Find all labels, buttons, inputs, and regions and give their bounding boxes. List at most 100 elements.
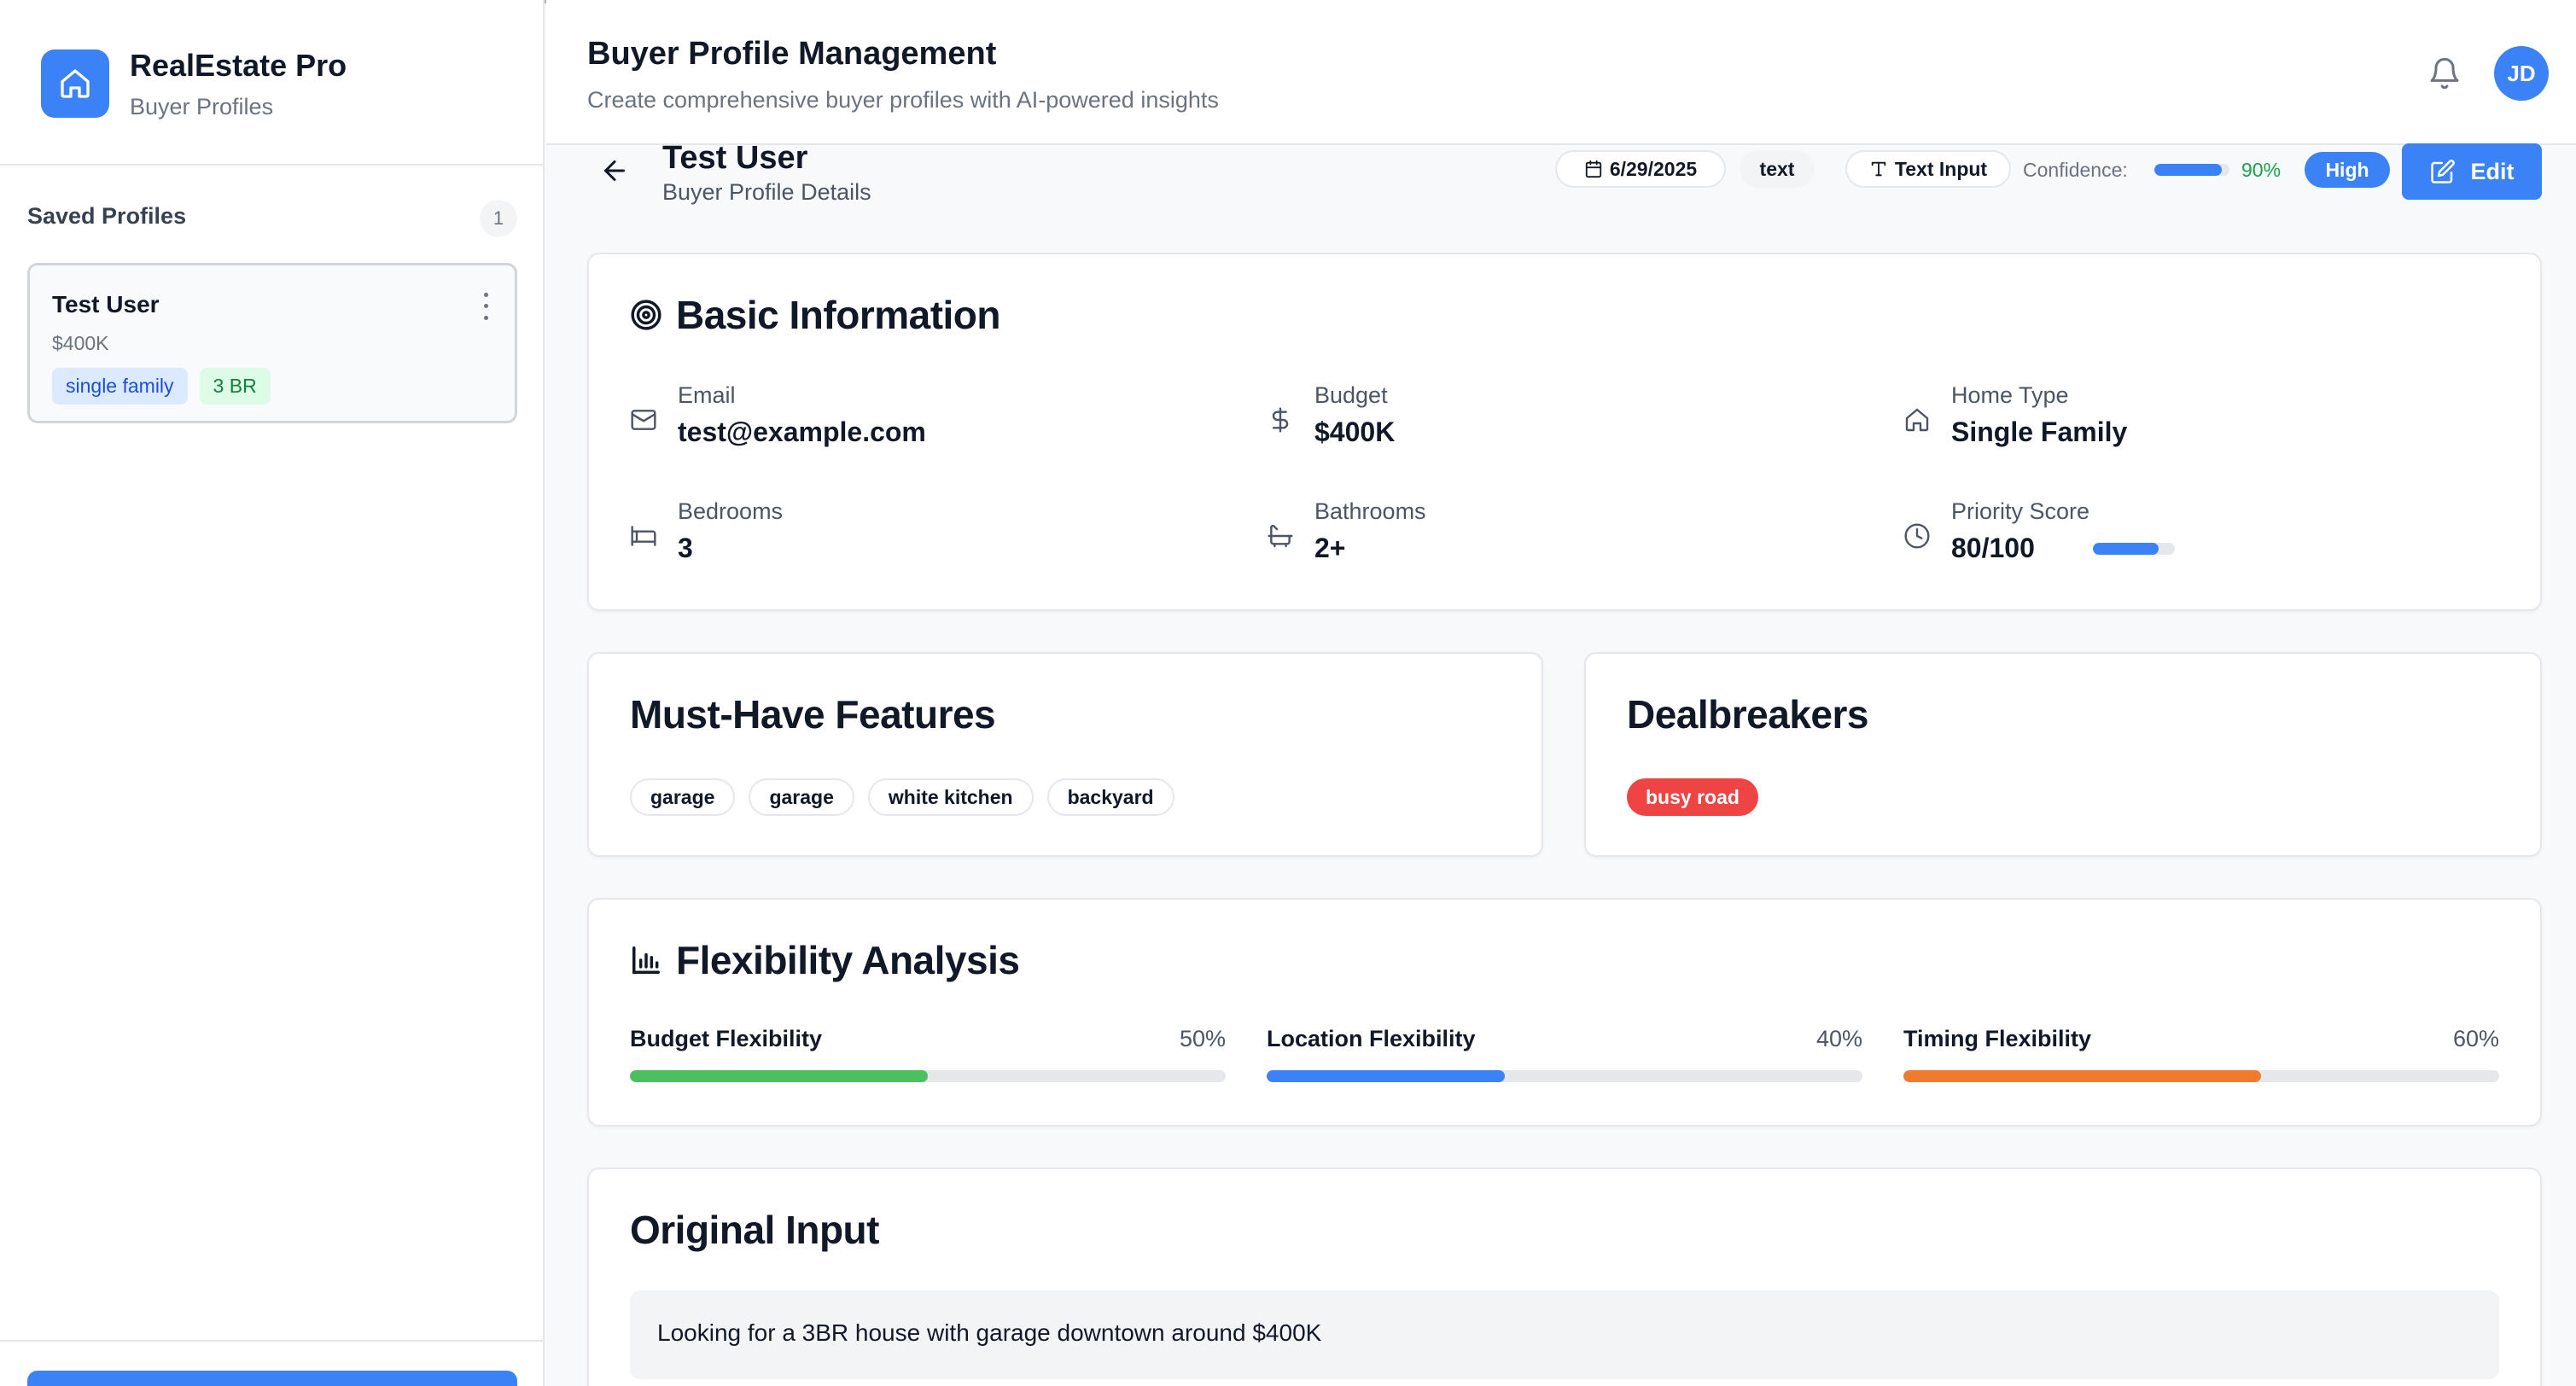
priority-score-bar — [2093, 543, 2175, 555]
location-flexibility-label: Location Flexibility — [1267, 1026, 1476, 1051]
location-flexibility-bar — [1267, 1070, 1862, 1082]
budget-value: $400K — [1314, 416, 1396, 447]
more-options-icon[interactable] — [477, 289, 494, 323]
bar-chart-icon — [632, 946, 660, 974]
priority-score-label: Priority Score — [1951, 498, 2090, 524]
email-label: Email — [678, 382, 736, 408]
budget-flexibility-percent: 50% — [1179, 1026, 1226, 1051]
budget-flexibility-bar-fill — [630, 1070, 928, 1082]
bedrooms-label: Bedrooms — [678, 498, 784, 524]
profile-name: Test User — [662, 140, 808, 176]
feature-pill: garage — [749, 778, 854, 816]
flexibility-analysis-title: Flexibility Analysis — [676, 938, 1020, 982]
confidence-percent: 90% — [2241, 159, 2282, 181]
bedrooms-field: Bedrooms 3 — [630, 498, 1159, 567]
page-title: Buyer Profile Management — [587, 36, 997, 72]
profile-card-budget: $400K — [52, 332, 109, 354]
original-input-box: Looking for a 3BR house with garage down… — [630, 1290, 2499, 1379]
saved-profiles-title: Saved Profiles — [27, 203, 187, 229]
dealbreaker-pill: busy road — [1627, 778, 1758, 816]
email-field: Email test@example.com — [630, 382, 1159, 451]
avatar[interactable]: JD — [2494, 46, 2549, 101]
saved-profiles-header: Saved Profiles 1 — [27, 200, 517, 241]
budget-flexibility-bar — [630, 1070, 1226, 1082]
home-type-label: Home Type — [1951, 382, 2069, 408]
edit-button-label: Edit — [2470, 158, 2515, 184]
priority-score-field: Priority Score 80/100 — [1903, 498, 2433, 567]
profile-card-test-user[interactable]: Test User $400K single family 3 BR — [27, 263, 517, 423]
date-chip: 6/29/2025 — [1555, 150, 1726, 188]
timing-flexibility-bar — [1903, 1070, 2499, 1082]
timing-flexibility-label: Timing Flexibility — [1903, 1026, 2092, 1051]
bathrooms-field: Bathrooms 2+ — [1267, 498, 1796, 567]
confidence-label: Confidence: — [2023, 159, 2128, 181]
budget-flexibility: Budget Flexibility 50% — [630, 1026, 1226, 1094]
feature-pill: white kitchen — [867, 778, 1034, 816]
profile-subtitle: Buyer Profile Details — [662, 179, 871, 205]
bedrooms-value: 3 — [678, 533, 693, 563]
brand-header: RealEstate Pro Buyer Profiles — [0, 0, 543, 166]
flexibility-analysis-heading: Flexibility Analysis — [630, 937, 1020, 983]
edit-button[interactable]: Edit — [2402, 143, 2542, 200]
original-input-text: Looking for a 3BR house with garage down… — [657, 1319, 1322, 1346]
calendar-icon — [1585, 160, 1601, 178]
bathrooms-label: Bathrooms — [1314, 498, 1426, 524]
must-have-features-list: garage garage white kitchen backyard — [630, 778, 1174, 816]
home-icon[interactable] — [41, 50, 109, 118]
arrow-left-icon[interactable] — [599, 155, 630, 186]
feature-pill: garage — [630, 778, 736, 816]
bathrooms-value: 2+ — [1314, 533, 1346, 563]
sidebar: RealEstate Pro Buyer Profiles Saved Prof… — [0, 0, 545, 1386]
edit-icon — [2430, 160, 2455, 183]
input-method-label: Text Input — [1894, 157, 1988, 180]
dealbreakers-list: busy road — [1627, 778, 1758, 816]
profile-card-name: Test User — [52, 291, 160, 317]
profile-card-tags: single family 3 BR — [52, 368, 271, 405]
target-icon — [631, 300, 661, 330]
dollar-sign-icon — [1272, 407, 1289, 433]
priority-score-value: 80/100 — [1951, 533, 2035, 563]
email-value: test@example.com — [678, 416, 926, 447]
budget-field: Budget $400K — [1267, 382, 1796, 451]
budget-label: Budget — [1314, 382, 1388, 408]
original-input-heading: Original Input — [630, 1207, 879, 1253]
input-method-chip: Text Input — [1845, 150, 2011, 188]
basic-information-title: Basic Information — [676, 293, 1001, 337]
home-type-value: Single Family — [1951, 416, 2128, 447]
original-input-title: Original Input — [630, 1208, 879, 1252]
bed-icon — [631, 526, 656, 546]
bell-icon[interactable] — [2427, 55, 2462, 92]
confidence-bar-fill — [2154, 164, 2223, 176]
profile-date: 6/29/2025 — [1609, 157, 1698, 180]
input-type-chip: text — [1740, 150, 1815, 188]
page-header: Buyer Profile Management Create comprehe… — [546, 0, 2576, 145]
profile-tag-bedrooms: 3 BR — [199, 368, 271, 405]
bath-icon — [1268, 524, 1293, 548]
dealbreakers-heading: Dealbreakers — [1627, 691, 1868, 737]
clock-icon — [1904, 523, 1930, 549]
budget-flexibility-label: Budget Flexibility — [630, 1026, 823, 1051]
type-icon — [1871, 161, 1886, 177]
page-subtitle: Create comprehensive buyer profiles with… — [587, 87, 1219, 113]
dealbreakers-title: Dealbreakers — [1627, 692, 1868, 737]
confidence-level-badge: High — [2305, 152, 2390, 188]
input-type-label: text — [1759, 157, 1795, 180]
app-subtitle: Buyer Profiles — [130, 94, 274, 119]
location-flexibility-bar-fill — [1267, 1070, 1506, 1082]
profile-tag-home-type: single family — [52, 368, 188, 405]
original-input-card: Original Input Looking for a 3BR house w… — [587, 1168, 2542, 1386]
profile-detail-bar: Test User Buyer Profile Details 6/29/202… — [546, 140, 2576, 215]
location-flexibility: Location Flexibility 40% — [1267, 1026, 1862, 1094]
must-have-features-heading: Must-Have Features — [630, 691, 996, 737]
must-have-features-title: Must-Have Features — [630, 692, 996, 737]
basic-information-card: Basic Information Email test@example.com… — [587, 253, 2542, 611]
confidence-bar — [2154, 164, 2229, 176]
new-profile-button[interactable] — [27, 1371, 517, 1386]
home-icon — [1905, 408, 1929, 432]
saved-profiles-count: 1 — [480, 200, 517, 237]
timing-flexibility-bar-fill — [1903, 1070, 2261, 1082]
home-type-field: Home Type Single Family — [1903, 382, 2433, 451]
timing-flexibility: Timing Flexibility 60% — [1903, 1026, 2499, 1094]
must-have-features-card: Must-Have Features garage garage white k… — [587, 652, 1543, 857]
basic-information-heading: Basic Information — [630, 292, 1001, 338]
